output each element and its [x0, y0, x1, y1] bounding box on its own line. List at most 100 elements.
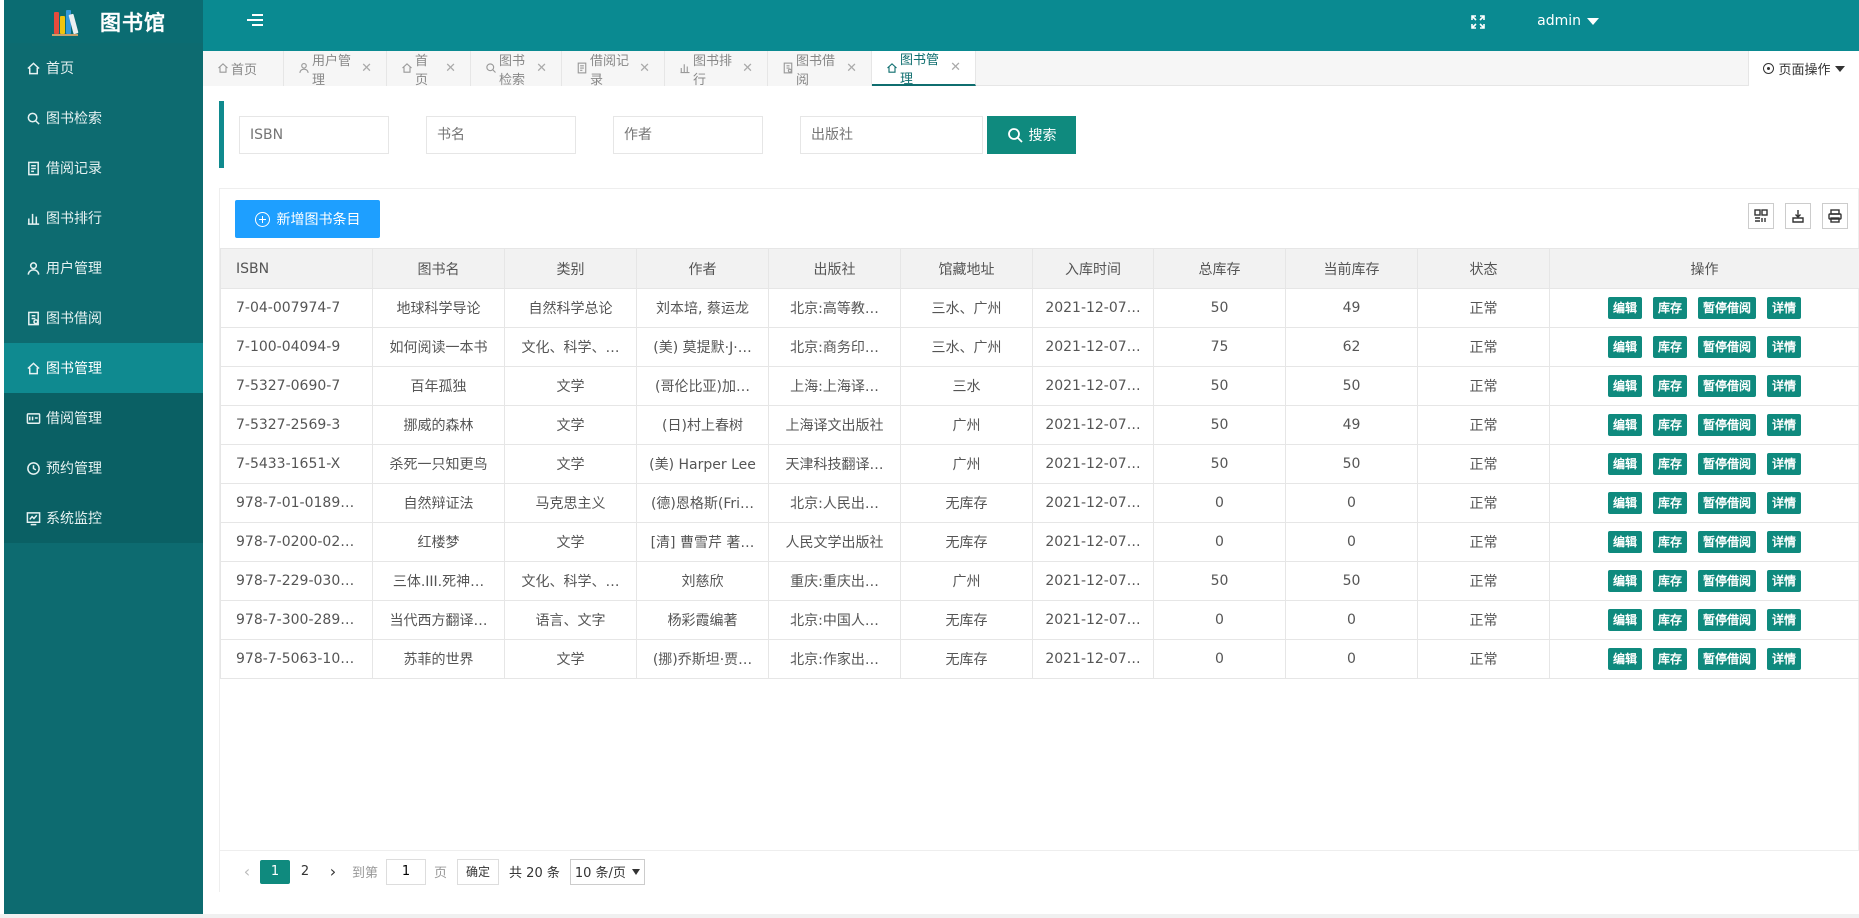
page-1[interactable]: 1 — [260, 859, 290, 884]
tab-5[interactable]: 图书排行 ✕ — [665, 51, 768, 88]
print-icon[interactable] — [1822, 203, 1848, 229]
add-book-button[interactable]: 新增图书条目 — [235, 200, 380, 238]
prev-page-icon[interactable]: ‹ — [234, 859, 260, 885]
sidebar-item-4[interactable]: 用户管理 — [4, 243, 203, 293]
edit-button[interactable]: 编辑 — [1607, 648, 1642, 670]
tab-1[interactable]: 用户管理 ✕ — [284, 51, 387, 88]
sidebar-item-9[interactable]: 系统监控 — [4, 493, 203, 543]
table-cell: 无库存 — [900, 600, 1033, 640]
isbn-input[interactable] — [239, 116, 389, 154]
suspend-borrow-button[interactable]: 暂停借阅 — [1698, 414, 1757, 436]
column-header: 馆藏地址 — [900, 248, 1033, 289]
close-icon[interactable]: ✕ — [950, 60, 961, 75]
stock-button[interactable]: 库存 — [1652, 570, 1687, 592]
tab-3[interactable]: 图书检索 ✕ — [471, 51, 562, 88]
sidebar-item-3[interactable]: 图书排行 — [4, 193, 203, 243]
stock-button[interactable]: 库存 — [1652, 453, 1687, 475]
tab-6[interactable]: 图书借阅 ✕ — [768, 51, 872, 88]
suspend-borrow-button[interactable]: 暂停借阅 — [1698, 375, 1757, 397]
table-header: ISBN 图书名 类别 作者 出版社 馆藏地址 入库时间 总库存 当前库存 状态 操作 — [220, 248, 1859, 289]
detail-button[interactable]: 详情 — [1767, 531, 1802, 553]
sidebar-item-0[interactable]: 首页 — [4, 43, 203, 93]
close-icon[interactable]: ✕ — [445, 61, 456, 76]
columns-filter-icon[interactable] — [1748, 203, 1774, 229]
sidebar-item-6[interactable]: 图书管理 — [4, 343, 203, 393]
close-icon[interactable]: ✕ — [361, 61, 372, 76]
detail-button[interactable]: 详情 — [1767, 492, 1802, 514]
table-cell: 2021-12-07… — [1032, 600, 1154, 640]
suspend-borrow-button[interactable]: 暂停借阅 — [1698, 570, 1757, 592]
edit-button[interactable]: 编辑 — [1607, 531, 1642, 553]
user-name: admin — [1537, 13, 1581, 29]
stock-button[interactable]: 库存 — [1652, 375, 1687, 397]
table-cell: 978-7-5063-1071-0 — [220, 639, 373, 679]
sidebar-item-7[interactable]: 借阅管理 — [4, 393, 203, 443]
suspend-borrow-button[interactable]: 暂停借阅 — [1698, 609, 1757, 631]
edit-button[interactable]: 编辑 — [1607, 414, 1642, 436]
sidebar-item-8[interactable]: 预约管理 — [4, 443, 203, 493]
tab-4[interactable]: 借阅记录 ✕ — [562, 51, 665, 88]
close-icon[interactable]: ✕ — [846, 61, 857, 76]
tab-0[interactable]: 首页 — [203, 51, 284, 86]
edit-button[interactable]: 编辑 — [1607, 375, 1642, 397]
detail-button[interactable]: 详情 — [1767, 336, 1802, 358]
user-icon — [298, 62, 310, 74]
stock-button[interactable]: 库存 — [1652, 492, 1687, 514]
search-button[interactable]: 搜索 — [987, 116, 1076, 154]
edit-button[interactable]: 编辑 — [1607, 453, 1642, 475]
detail-button[interactable]: 详情 — [1767, 570, 1802, 592]
edit-button[interactable]: 编辑 — [1607, 492, 1642, 514]
suspend-borrow-button[interactable]: 暂停借阅 — [1698, 453, 1757, 475]
edit-button[interactable]: 编辑 — [1607, 336, 1642, 358]
detail-button[interactable]: 详情 — [1767, 648, 1802, 670]
stock-button[interactable]: 库存 — [1652, 609, 1687, 631]
suspend-borrow-button[interactable]: 暂停借阅 — [1698, 492, 1757, 514]
close-icon[interactable]: ✕ — [639, 61, 650, 76]
sidebar-item-5[interactable]: 图书借阅 — [4, 293, 203, 343]
table-cell: 无库存 — [900, 639, 1033, 679]
stock-button[interactable]: 库存 — [1652, 297, 1687, 319]
suspend-borrow-button[interactable]: 暂停借阅 — [1698, 297, 1757, 319]
page-2[interactable]: 2 — [290, 860, 320, 884]
tab-2[interactable]: 首页 ✕ — [387, 51, 471, 88]
suspend-borrow-button[interactable]: 暂停借阅 — [1698, 531, 1757, 553]
stock-button[interactable]: 库存 — [1652, 336, 1687, 358]
author-input[interactable] — [613, 116, 763, 154]
column-header: 操作 — [1549, 248, 1859, 289]
close-icon[interactable]: ✕ — [742, 61, 753, 76]
goto-confirm-button[interactable]: 确定 — [457, 858, 500, 885]
suspend-borrow-button[interactable]: 暂停借阅 — [1698, 648, 1757, 670]
stock-button[interactable]: 库存 — [1652, 648, 1687, 670]
edit-button[interactable]: 编辑 — [1607, 570, 1642, 592]
menu-toggle-icon[interactable] — [247, 14, 263, 28]
page-ops-dropdown[interactable]: 页面操作 — [1748, 51, 1859, 86]
page-size-select[interactable]: 10 条/页 — [569, 858, 645, 885]
row-actions: 编辑 库存 暂停借阅 详情 — [1549, 288, 1859, 328]
fullscreen-icon[interactable] — [1471, 15, 1485, 29]
detail-button[interactable]: 详情 — [1767, 453, 1802, 475]
tab-7[interactable]: 图书管理 ✕ — [872, 51, 976, 87]
edit-button[interactable]: 编辑 — [1607, 609, 1642, 631]
table-cell: 刘慈欣 — [636, 561, 769, 601]
detail-button[interactable]: 详情 — [1767, 414, 1802, 436]
table-row: 7-04-007974-7 地球科学导论 自然科学总论 刘本培, 蔡运龙 北京:高等教…… — [220, 288, 1859, 328]
table-cell: 50 — [1285, 561, 1418, 601]
detail-button[interactable]: 详情 — [1767, 609, 1802, 631]
title-input[interactable] — [426, 116, 576, 154]
stock-button[interactable]: 库存 — [1652, 531, 1687, 553]
next-page-icon[interactable]: › — [320, 859, 346, 885]
sidebar-item-1[interactable]: 图书检索 — [4, 93, 203, 143]
detail-button[interactable]: 详情 — [1767, 297, 1802, 319]
detail-button[interactable]: 详情 — [1767, 375, 1802, 397]
table-cell: 语言、文字 — [504, 600, 637, 640]
user-menu[interactable]: admin — [1537, 13, 1599, 29]
goto-page-input[interactable] — [386, 858, 427, 885]
table-cell: 0 — [1153, 600, 1286, 640]
stock-button[interactable]: 库存 — [1652, 414, 1687, 436]
suspend-borrow-button[interactable]: 暂停借阅 — [1698, 336, 1757, 358]
export-icon[interactable] — [1785, 203, 1811, 229]
sidebar-item-2[interactable]: 借阅记录 — [4, 143, 203, 193]
edit-button[interactable]: 编辑 — [1607, 297, 1642, 319]
publisher-input[interactable] — [800, 116, 983, 154]
close-icon[interactable]: ✕ — [536, 61, 547, 76]
